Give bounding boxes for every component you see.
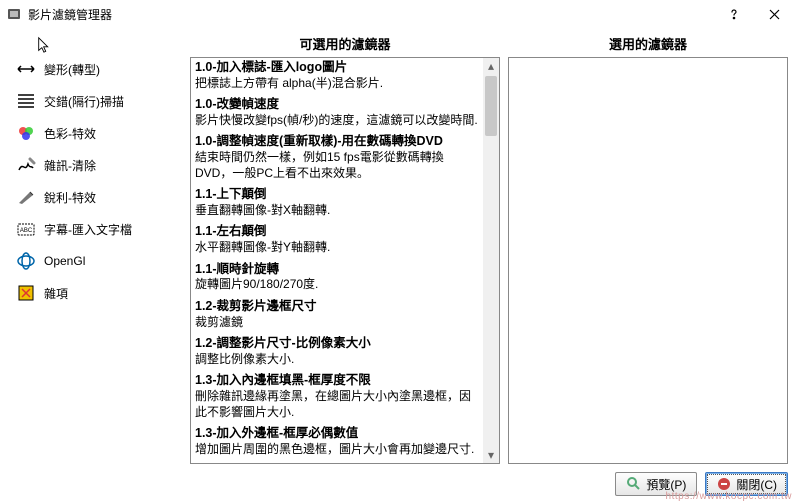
active-header: 選用的濾鏡器 [508,32,788,57]
active-column: 選用的濾鏡器 [508,32,788,464]
category-item[interactable]: 交錯(隔行)掃描 [12,85,182,117]
filter-item[interactable]: 1.1-上下顛倒垂直翻轉圖像-對X軸翻轉. [195,187,481,218]
available-header: 可選用的濾鏡器 [190,32,500,57]
filter-title: 1.0-改變幀速度 [195,97,481,113]
category-label: 雜訊-清除 [44,157,96,174]
filter-desc: 增加圖片周圍的黑色邊框，圖片大小會再加變邊尺寸. [195,442,481,458]
filter-desc: 旋轉圖片90/180/270度. [195,277,481,293]
filter-item[interactable]: 1.3-加入內邊框填黑-框厚度不限刪除雜訊邊緣再塗黑，在總圖片大小內塗黑邊框，因… [195,373,481,420]
active-filters-panel [508,57,788,464]
filter-title: 1.1-左右顛倒 [195,224,481,240]
available-column: 可選用的濾鏡器 1.0-加入標誌-匯入logo圖片把標誌上方帶有 alpha(半… [190,32,500,464]
category-label: 色彩-特效 [44,125,96,142]
filter-desc: 把標誌上方帶有 alpha(半)混合影片. [195,76,481,92]
close-icon [716,476,732,492]
category-item[interactable]: 雜項 [12,277,182,309]
available-filters-panel: 1.0-加入標誌-匯入logo圖片把標誌上方帶有 alpha(半)混合影片.1.… [190,57,500,464]
filter-desc: 調整比例像素大小. [195,352,481,368]
category-item[interactable]: ABC 字幕-匯入文字檔 [12,213,182,245]
filter-item[interactable]: 1.1-左右顛倒水平翻轉圖像-對Y軸翻轉. [195,224,481,255]
filter-desc: 刪除雜訊邊緣再塗黑，在總圖片大小內塗黑邊框，因此不影響圖片大小. [195,389,481,420]
opengl-icon [16,251,36,271]
category-label: 字幕-匯入文字檔 [44,221,132,238]
category-item[interactable]: 銳利-特效 [12,181,182,213]
filter-desc: 裁剪濾鏡 [195,315,481,331]
scroll-down-icon[interactable]: ▾ [483,447,499,463]
category-item[interactable]: 雜訊-清除 [12,149,182,181]
filter-title: 1.1-上下顛倒 [195,187,481,203]
filter-desc: 影片快慢改變fps(幀/秒)的速度，這濾鏡可以改變時間. [195,113,481,129]
footer: 預覽(P) 關閉(C) [0,464,800,504]
filter-item[interactable]: 1.0-改變幀速度影片快慢改變fps(幀/秒)的速度，這濾鏡可以改變時間. [195,97,481,128]
preview-button[interactable]: 預覽(P) [615,472,697,496]
filter-title: 1.2-裁剪影片邊框尺寸 [195,299,481,315]
interlace-icon [16,91,36,111]
filter-title: 1.2-調整影片尺寸-比例像素大小 [195,336,481,352]
filter-item[interactable]: 1.2-調整影片尺寸-比例像素大小調整比例像素大小. [195,336,481,367]
transform-icon [16,59,36,79]
filter-title: 1.3-加入內邊框填黑-框厚度不限 [195,373,481,389]
category-label: OpenGl [44,254,85,268]
filter-desc: 水平翻轉圖像-對Y軸翻轉. [195,240,481,256]
subtitle-icon: ABC [16,219,36,239]
app-icon [6,6,22,22]
scroll-thumb[interactable] [485,76,497,136]
misc-icon [16,283,36,303]
filter-title: 1.4-淡化效果 [195,463,481,464]
category-label: 交錯(隔行)掃描 [44,93,124,110]
noise-icon [16,155,36,175]
window-title: 影片濾鏡管理器 [28,6,714,23]
category-sidebar: 變形(轉型) 交錯(隔行)掃描色彩-特效雜訊-清除銳利-特效 ABC 字幕-匯入文字檔… [12,32,182,464]
preview-label: 預覽(P) [646,476,686,493]
close-window-button[interactable] [754,1,794,27]
filter-item[interactable]: 1.1-順時針旋轉旋轉圖片90/180/270度. [195,262,481,293]
filter-item[interactable]: 1.3-加入外邊框-框厚必偶數值增加圖片周圍的黑色邊框，圖片大小會再加變邊尺寸. [195,426,481,457]
spacer [12,32,182,53]
help-button[interactable] [714,1,754,27]
category-item[interactable]: OpenGl [12,245,182,277]
filter-item[interactable]: 1.4-淡化效果 [195,463,481,464]
svg-text:ABC: ABC [20,228,33,234]
filter-title: 1.0-調整幀速度(重新取樣)-用在數碼轉換DVD [195,134,481,150]
filter-desc: 結束時間仍然一樣，例如15 fps電影從數碼轉換 DVD，一般PC上看不出來效果… [195,150,481,181]
filter-item[interactable]: 1.2-裁剪影片邊框尺寸裁剪濾鏡 [195,299,481,330]
preview-icon [626,476,642,492]
filter-desc: 垂直翻轉圖像-對X軸翻轉. [195,203,481,219]
sharpen-icon [16,187,36,207]
category-item[interactable]: 色彩-特效 [12,117,182,149]
scrollbar[interactable]: ▴ ▾ [483,58,499,463]
color-icon [16,123,36,143]
filter-title: 1.0-加入標誌-匯入logo圖片 [195,60,481,76]
category-item[interactable]: 變形(轉型) [12,53,182,85]
close-label: 關閉(C) [736,476,777,493]
filter-item[interactable]: 1.0-加入標誌-匯入logo圖片把標誌上方帶有 alpha(半)混合影片. [195,60,481,91]
titlebar: 影片濾鏡管理器 [0,0,800,28]
category-label: 雜項 [44,285,68,302]
category-label: 變形(轉型) [44,61,100,78]
close-button[interactable]: 關閉(C) [705,472,788,496]
filter-item[interactable]: 1.0-調整幀速度(重新取樣)-用在數碼轉換DVD結束時間仍然一樣，例如15 f… [195,134,481,181]
scroll-up-icon[interactable]: ▴ [483,58,499,74]
filter-title: 1.3-加入外邊框-框厚必偶數值 [195,426,481,442]
category-label: 銳利-特效 [44,189,96,206]
filter-title: 1.1-順時針旋轉 [195,262,481,278]
